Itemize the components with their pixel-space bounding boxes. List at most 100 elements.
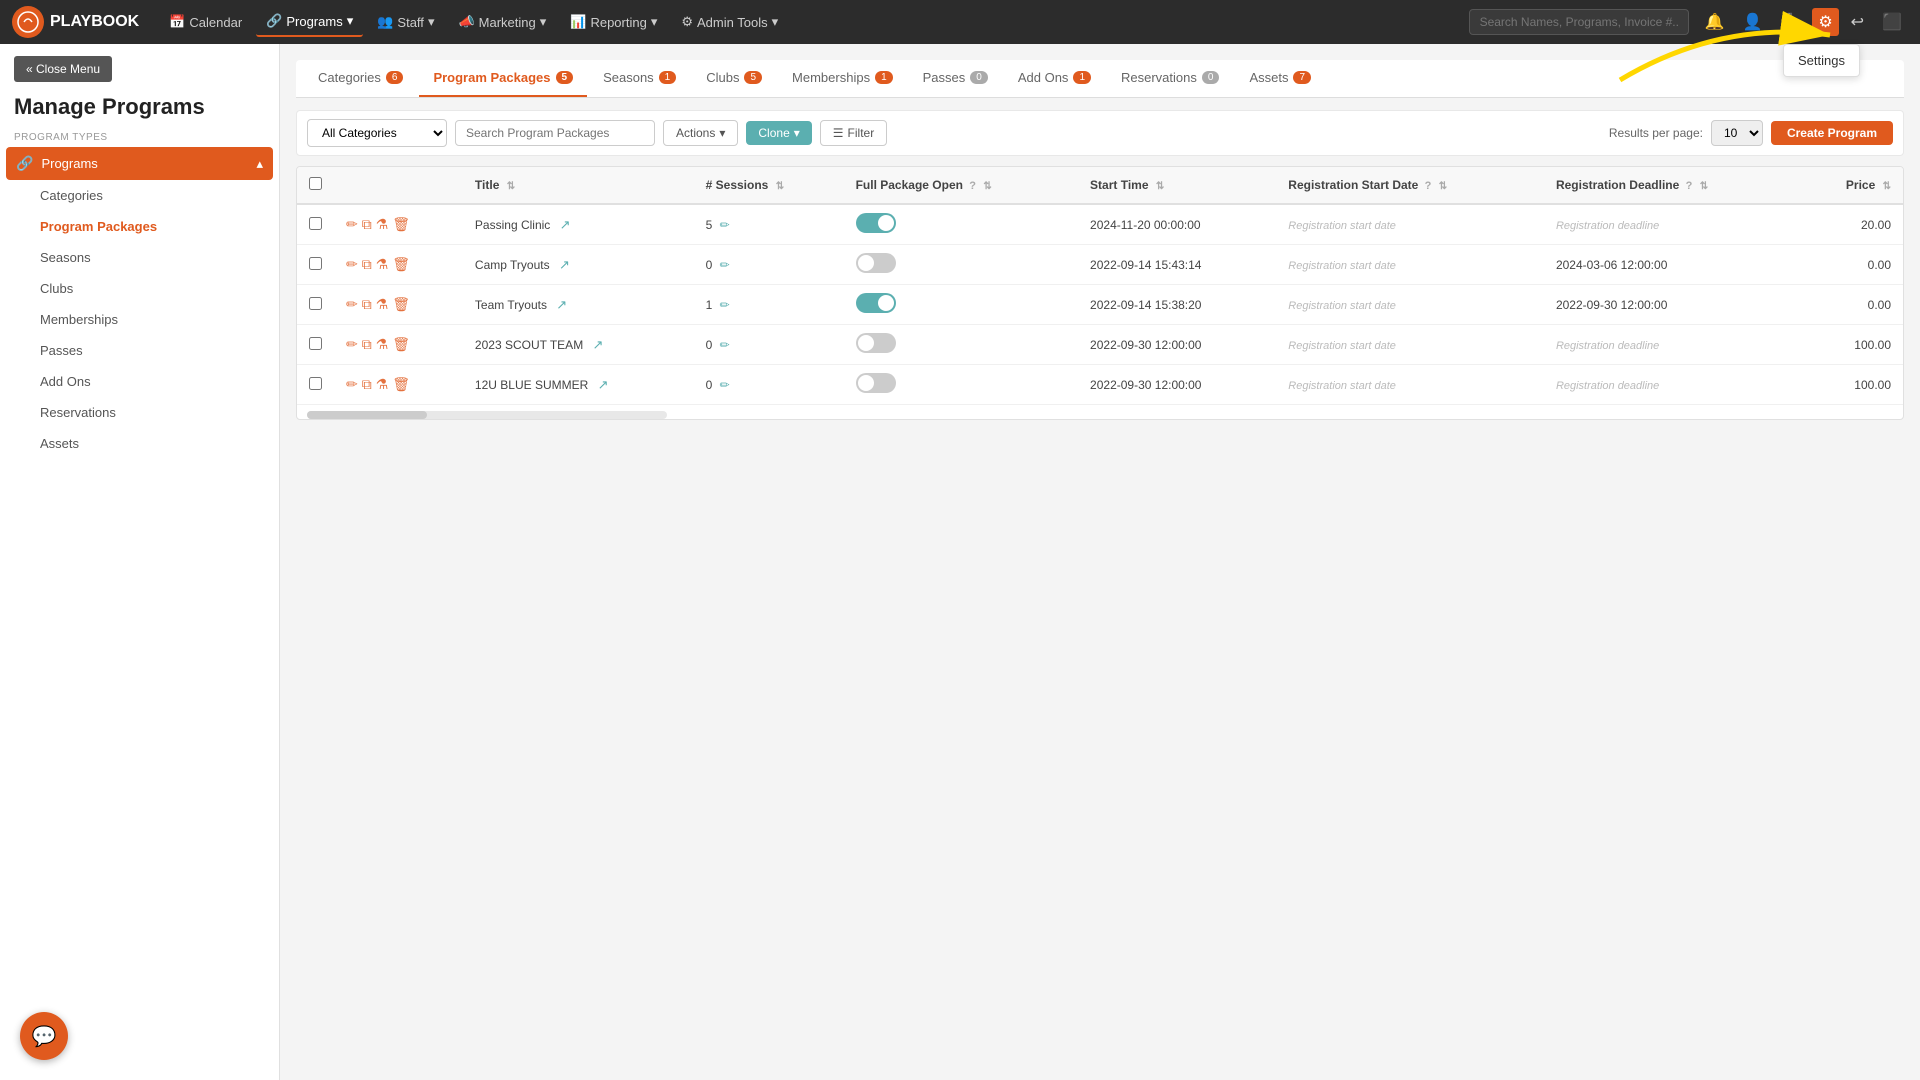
external-link-icon[interactable]: ↗ (556, 297, 567, 312)
delete-icon[interactable]: 🗑 (392, 336, 410, 353)
sidebar-item-categories[interactable]: Categories (0, 180, 279, 211)
sidebar-item-clubs[interactable]: Clubs (0, 273, 279, 304)
delete-icon[interactable]: 🗑 (392, 376, 410, 393)
full-package-toggle[interactable] (856, 293, 896, 313)
row-reg-deadline-cell: 2022-09-30 12:00:00 (1544, 285, 1802, 325)
edit-icon[interactable]: ✏ (346, 376, 358, 393)
chat-bubble[interactable]: 💬 (20, 1012, 68, 1060)
tab-seasons[interactable]: Seasons 1 (589, 60, 690, 97)
row-checkbox[interactable] (309, 217, 322, 230)
nav-admin-tools[interactable]: ⚙ Admin Tools ▾ (671, 8, 788, 36)
col-sessions[interactable]: # Sessions ⇅ (694, 167, 844, 204)
delete-icon[interactable]: 🗑 (392, 256, 410, 273)
sidebar-item-programs[interactable]: 🔗 Programs ▴ (6, 147, 273, 180)
sessions-edit-icon[interactable]: ✏ (720, 218, 730, 232)
row-checkbox[interactable] (309, 337, 322, 350)
tab-passes[interactable]: Passes 0 (909, 60, 1002, 97)
nav-reporting[interactable]: 📊 Reporting ▾ (560, 8, 667, 36)
clone-button[interactable]: Clone ▾ (746, 121, 811, 145)
nav-programs[interactable]: 🔗 Programs ▾ (256, 7, 363, 37)
row-checkbox[interactable] (309, 257, 322, 270)
sessions-edit-icon[interactable]: ✏ (720, 378, 730, 392)
sidebar-item-memberships[interactable]: Memberships (0, 304, 279, 335)
full-package-toggle[interactable] (856, 213, 896, 233)
nav-settings-icon[interactable]: ⚙ (1812, 8, 1838, 36)
external-link-icon[interactable]: ↗ (559, 257, 570, 272)
nav-staff[interactable]: 👥 Staff ▾ (367, 8, 444, 36)
copy-icon[interactable]: ⧉ (362, 296, 372, 313)
edit-icon[interactable]: ✏ (346, 336, 358, 353)
search-packages-input[interactable] (455, 120, 655, 146)
tab-assets[interactable]: Assets 7 (1235, 60, 1325, 97)
sessions-edit-icon[interactable]: ✏ (720, 298, 730, 312)
category-select[interactable]: All Categories (307, 119, 447, 147)
tab-program-packages[interactable]: Program Packages 5 (419, 60, 587, 97)
full-package-toggle[interactable] (856, 253, 896, 273)
full-package-toggle[interactable] (856, 373, 896, 393)
nav-user-icon[interactable]: 👤 (1736, 8, 1768, 36)
sidebar-item-passes[interactable]: Passes (0, 335, 279, 366)
tab-add-ons[interactable]: Add Ons 1 (1004, 60, 1105, 97)
edit-icon[interactable]: ✏ (346, 216, 358, 233)
per-page-select[interactable]: 10 (1711, 120, 1763, 146)
nav-logout-icon[interactable]: ⬛ (1876, 8, 1908, 36)
tabs-bar: Categories 6 Program Packages 5 Seasons … (296, 60, 1904, 98)
row-checkbox[interactable] (309, 297, 322, 310)
settings-label[interactable]: Settings (1798, 53, 1845, 68)
copy-icon[interactable]: ⧉ (362, 216, 372, 233)
close-menu-btn[interactable]: « Close Menu (14, 56, 112, 82)
col-start-time[interactable]: Start Time ⇅ (1078, 167, 1276, 204)
sidebar-item-seasons[interactable]: Seasons (0, 242, 279, 273)
select-all-checkbox[interactable] (309, 177, 322, 190)
horizontal-scrollbar[interactable] (307, 411, 667, 419)
filter-button[interactable]: ☰ Filter (820, 120, 887, 146)
col-price[interactable]: Price ⇅ (1802, 167, 1903, 204)
flask-icon[interactable]: ⚗ (376, 336, 389, 353)
sessions-edit-icon[interactable]: ✏ (720, 258, 730, 272)
nav-user-plus-icon[interactable]: ➕ (1774, 8, 1806, 36)
tab-reservations[interactable]: Reservations 0 (1107, 60, 1233, 97)
nav-undo-icon[interactable]: ↩ (1845, 8, 1870, 36)
delete-icon[interactable]: 🗑 (392, 296, 410, 313)
full-package-toggle[interactable] (856, 333, 896, 353)
global-search-input[interactable] (1469, 9, 1689, 35)
create-program-button[interactable]: Create Program (1771, 121, 1893, 145)
row-sessions-cell: 5 ✏ (694, 204, 844, 245)
nav-calendar[interactable]: 📅 Calendar (159, 8, 252, 36)
col-reg-deadline[interactable]: Registration Deadline ? ⇅ (1544, 167, 1802, 204)
tab-categories[interactable]: Categories 6 (304, 60, 417, 97)
external-link-icon[interactable]: ↗ (560, 217, 571, 232)
copy-icon[interactable]: ⧉ (362, 256, 372, 273)
copy-icon[interactable]: ⧉ (362, 376, 372, 393)
row-reg-start-cell: Registration start date (1276, 204, 1544, 245)
external-link-icon[interactable]: ↗ (598, 377, 609, 392)
logo[interactable]: PLAYBOOK (12, 6, 139, 38)
nav-bell-icon[interactable]: 🔔 (1699, 8, 1731, 36)
external-link-icon[interactable]: ↗ (593, 337, 604, 352)
edit-icon[interactable]: ✏ (346, 296, 358, 313)
nav-marketing[interactable]: 📣 Marketing ▾ (448, 8, 556, 36)
flask-icon[interactable]: ⚗ (376, 216, 389, 233)
copy-icon[interactable]: ⧉ (362, 336, 372, 353)
row-start-time: 2022-09-14 15:43:14 (1090, 258, 1201, 272)
tab-clubs[interactable]: Clubs 5 (692, 60, 776, 97)
sidebar-item-add-ons[interactable]: Add Ons (0, 366, 279, 397)
sessions-edit-icon[interactable]: ✏ (720, 338, 730, 352)
tab-memberships[interactable]: Memberships 1 (778, 60, 907, 97)
sidebar-item-reservations[interactable]: Reservations (0, 397, 279, 428)
flask-icon[interactable]: ⚗ (376, 256, 389, 273)
edit-icon[interactable]: ✏ (346, 256, 358, 273)
row-start-time-cell: 2022-09-30 12:00:00 (1078, 325, 1276, 365)
sidebar-item-assets[interactable]: Assets (0, 428, 279, 459)
col-title[interactable]: Title ⇅ (463, 167, 694, 204)
scrollbar-thumb[interactable] (307, 411, 427, 419)
sidebar-item-program-packages[interactable]: Program Packages (0, 211, 279, 242)
delete-icon[interactable]: 🗑 (392, 216, 410, 233)
flask-icon[interactable]: ⚗ (376, 376, 389, 393)
col-full-package-open[interactable]: Full Package Open ? ⇅ (844, 167, 1078, 204)
row-actions-cell: ✏ ⧉ ⚗ 🗑 (334, 285, 463, 325)
flask-icon[interactable]: ⚗ (376, 296, 389, 313)
row-checkbox[interactable] (309, 377, 322, 390)
actions-button[interactable]: Actions ▾ (663, 120, 738, 146)
col-reg-start-date[interactable]: Registration Start Date ? ⇅ (1276, 167, 1544, 204)
